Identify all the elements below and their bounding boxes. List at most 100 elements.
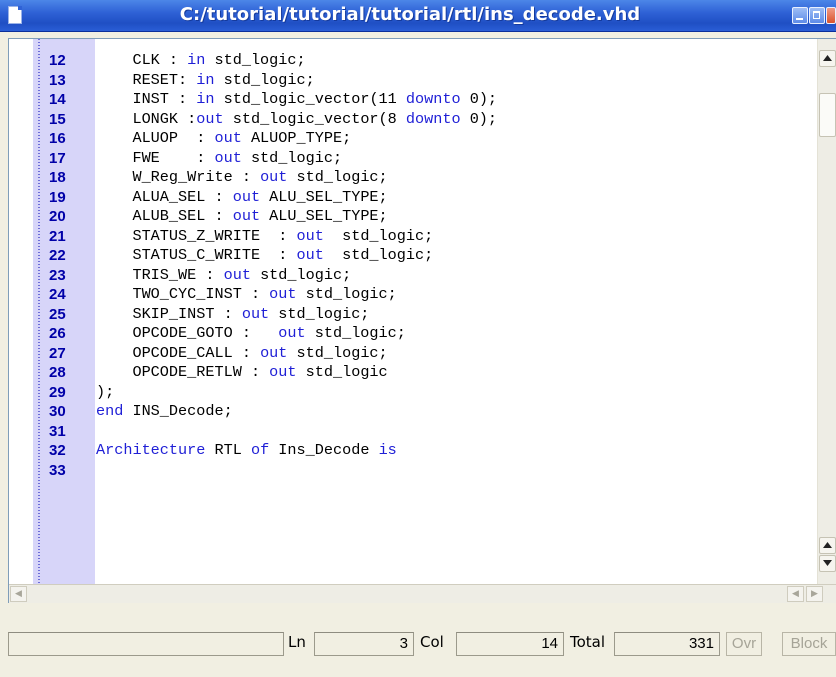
keyword-token: out [260,343,288,362]
keyword-token: out [232,207,261,225]
line-number: 24 [49,286,66,303]
code-token: OPCODE_GOTO : [96,324,279,342]
scroll-left-button-2[interactable]: ◀ [787,586,804,602]
line-number: 12 [49,52,66,69]
line-number: 27 [49,344,66,362]
line-number: 28 [49,364,66,381]
code-token: std_logic; [269,304,370,323]
code-text[interactable]: CLK : in std_logic; [96,51,306,71]
code-text[interactable]: STATUS_Z_WRITE : out std_logic; [96,227,433,247]
close-button[interactable] [826,7,836,24]
keyword-token: out [232,187,261,206]
col-value: 14 [456,632,564,656]
line-number: 30 [49,403,66,420]
code-text[interactable]: TWO_CYC_INST : out std_logic; [96,285,397,305]
overwrite-indicator: Ovr [726,632,762,656]
line-number: 20 [49,208,66,225]
keyword-token: out [278,324,306,342]
code-token: OPCODE_CALL : [96,343,261,362]
scroll-down-button[interactable] [819,555,836,572]
scroll-page-up-button[interactable] [819,537,836,554]
code-token: std_logic; [250,265,352,284]
status-message [8,632,284,656]
code-token: ALU_SEL_TYPE; [260,207,388,225]
document-icon[interactable] [8,6,22,24]
code-token: ALUOP_TYPE; [241,129,352,147]
minimize-button[interactable] [792,7,808,24]
code-text[interactable]: ALUOP : out ALUOP_TYPE; [96,129,351,149]
code-text[interactable]: ); [96,383,114,403]
maximize-button[interactable] [809,7,825,24]
code-token: std_logic [296,363,388,381]
code-editor[interactable]: 12 CLK : in std_logic; 13 RESET: in std_l… [8,38,836,603]
line-number: 23 [49,266,66,284]
gutter-separator [38,39,40,602]
scroll-left-button[interactable]: ◀ [10,586,27,602]
code-token: std_logic; [205,51,306,69]
code-text[interactable]: ALUB_SEL : out ALU_SEL_TYPE; [96,207,388,227]
keyword-token: out [223,265,251,284]
line-number: 29 [49,383,66,401]
code-token: TRIS_WE : [96,265,224,284]
line-number: 33 [49,461,66,479]
code-token: ALUOP : [96,129,215,147]
code-token: LONGK : [96,109,197,128]
code-token: std_logic; [296,285,397,303]
code-token: W_Reg_Write : [96,168,261,186]
vertical-scroll-thumb[interactable] [819,93,836,137]
horizontal-scrollbar[interactable]: ◀ ◀ ▶ [9,584,836,603]
code-text[interactable]: RESET: in std_logic; [96,70,315,91]
line-number: 25 [49,305,66,323]
keyword-token: in [196,70,215,89]
code-text[interactable]: OPCODE_CALL : out std_logic; [96,343,387,364]
line-number: 17 [49,149,66,167]
code-token: ALUB_SEL : [96,207,233,225]
code-text[interactable]: TRIS_WE : out std_logic; [96,266,351,286]
keyword-token: is [378,441,397,459]
window-title: C:/tutorial/tutorial/tutorial/rtl/ins_de… [179,4,641,25]
title-bar: C:/tutorial/tutorial/tutorial/rtl/ins_de… [0,0,836,32]
code-text[interactable]: ALUA_SEL : out ALU_SEL_TYPE; [96,187,387,208]
ln-value: 3 [314,632,414,656]
code-text[interactable]: end INS_Decode; [96,402,233,422]
code-text[interactable]: W_Reg_Write : out std_logic; [96,168,388,188]
line-number: 13 [49,71,66,89]
keyword-token: out [260,168,288,186]
keyword-token: out [241,304,270,323]
code-token: RESET: [96,70,197,89]
arrow-up-icon [823,55,832,61]
keyword-token: in [187,51,206,69]
code-token: std_logic_vector(11 [214,90,406,108]
keyword-token: out [296,226,324,245]
keyword-token: out [296,246,324,264]
keyword-token: of [250,441,270,459]
keyword-token: out [269,363,297,381]
code-text[interactable]: LONGK :out std_logic_vector(8 downto 0); [96,110,497,130]
arrow-up-icon [823,542,832,548]
status-bar: Ln 3 Col 14 Total 331 Ovr Block [0,604,836,677]
code-token: TWO_CYC_INST : [96,285,270,303]
code-text[interactable]: OPCODE_RETLW : out std_logic [96,363,388,383]
code-text[interactable]: INST : in std_logic_vector(11 downto 0); [96,90,497,110]
code-token: std_logic; [214,70,315,89]
keyword-token: out [196,109,224,128]
code-token: std_logic; [287,168,388,186]
vertical-scrollbar[interactable] [817,39,836,584]
scroll-up-button[interactable] [819,50,836,67]
code-text[interactable]: Architecture RTL of Ins_Decode is [96,441,397,461]
scroll-right-button[interactable]: ▶ [806,586,823,602]
code-text[interactable]: STATUS_C_WRITE : out std_logic; [96,246,433,266]
code-token: 0); [460,90,498,108]
line-number: 16 [49,130,66,147]
window-controls [792,7,836,24]
code-text[interactable]: OPCODE_GOTO : out std_logic; [96,324,405,344]
code-token: Ins_Decode [269,441,379,459]
code-token: std_logic; [323,246,434,264]
code-token: std_logic; [323,226,434,245]
code-token: ALUA_SEL : [96,187,233,206]
keyword-token: out [269,285,297,303]
code-text[interactable]: SKIP_INST : out std_logic; [96,305,369,325]
keyword-token: end [96,402,124,420]
code-token: CLK : [96,51,188,69]
code-text[interactable]: FWE : out std_logic; [96,149,342,169]
